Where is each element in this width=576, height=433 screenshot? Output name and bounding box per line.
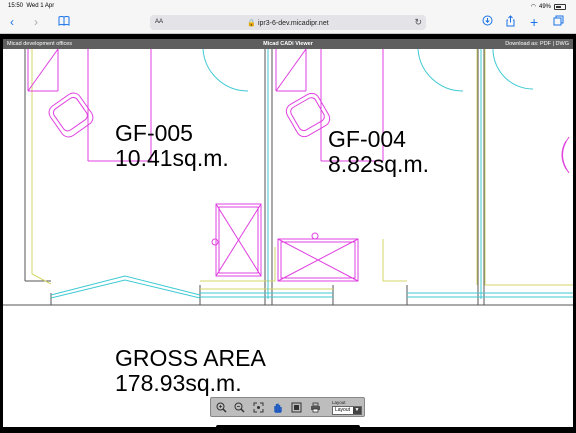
furniture <box>27 49 570 282</box>
viewer-toolbar: Layout Layout ▼ <box>210 397 365 417</box>
download-icon[interactable] <box>482 15 493 29</box>
status-bar: 15:50 Wed 1 Apr ◠ 49% <box>0 0 576 12</box>
url-value: ipr3-6-dev.micadipr.net <box>257 20 329 27</box>
room-label-gf-004: GF-004 8.82sq.m. <box>328 127 429 177</box>
gross-area-title: GROSS AREA <box>115 345 266 371</box>
room-area: 8.82sq.m. <box>328 151 429 177</box>
plus-icon[interactable]: + <box>530 15 538 29</box>
viewer-title: Micad CADi Viewer <box>263 41 313 47</box>
room-label-gf-005: GF-005 10.41sq.m. <box>115 121 229 171</box>
url-text: 🔒 ipr3-6-dev.micadipr.net <box>150 19 426 27</box>
room-code: GF-004 <box>328 126 406 152</box>
download-pdf-link[interactable]: PDF <box>540 41 551 47</box>
chevron-left-icon[interactable]: ‹ <box>10 15 14 29</box>
drawing-canvas[interactable]: GF-005 10.41sq.m. GF-004 8.82sq.m. GROSS… <box>3 49 573 427</box>
share-icon[interactable] <box>505 15 516 30</box>
chevron-down-icon: ▼ <box>353 407 361 414</box>
room-code: GF-005 <box>115 120 193 146</box>
wifi-icon: ◠ <box>530 4 536 10</box>
zoom-in-icon[interactable] <box>215 401 228 414</box>
layout-select[interactable]: Layout ▼ <box>332 406 362 415</box>
zoom-extents-icon[interactable] <box>252 401 265 414</box>
tabs-icon[interactable] <box>553 15 564 29</box>
time: 15:50 <box>8 3 24 9</box>
partitions <box>31 49 573 290</box>
viewer-header: Micad development offices Micad CADi Vie… <box>3 39 573 49</box>
glazing <box>50 49 573 299</box>
safari-toolbar: ‹ › AA 🔒 ipr3-6-dev.micadipr.net ↻ + <box>0 12 576 34</box>
download-prefix: Download as: <box>505 41 539 47</box>
reload-icon[interactable]: ↻ <box>414 17 422 28</box>
lock-icon: 🔒 <box>247 20 257 27</box>
download-options: Download as: PDF | DWG <box>505 41 569 47</box>
address-bar[interactable]: AA 🔒 ipr3-6-dev.micadipr.net ↻ <box>150 15 426 30</box>
floor-plan-drawing <box>3 49 573 306</box>
status-time: 15:50 Wed 1 Apr <box>8 3 54 9</box>
date: Wed 1 Apr <box>26 3 55 9</box>
print-icon[interactable] <box>309 401 322 414</box>
layout-label: Layout <box>332 400 346 405</box>
gross-area-value: 178.93sq.m. <box>115 370 242 396</box>
status-right: ◠ 49% <box>531 3 566 10</box>
download-dwg-link[interactable]: DWG <box>556 41 569 47</box>
pan-hand-icon[interactable] <box>271 401 284 414</box>
room-area: 10.41sq.m. <box>115 145 229 171</box>
battery-icon <box>554 3 566 10</box>
layout-value: Layout <box>335 407 351 413</box>
book-icon[interactable] <box>58 15 70 29</box>
zoom-out-icon[interactable] <box>233 401 246 414</box>
zoom-window-icon[interactable] <box>290 401 303 414</box>
home-indicator <box>216 425 360 429</box>
gross-area-label: GROSS AREA 178.93sq.m. <box>115 346 266 396</box>
chevron-right-icon[interactable]: › <box>34 15 38 29</box>
battery-percent: 49% <box>538 3 551 10</box>
